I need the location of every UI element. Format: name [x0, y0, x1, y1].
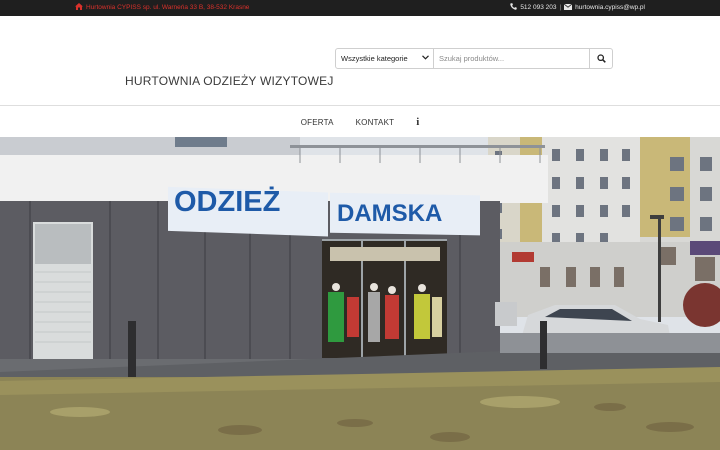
search-icon [596, 50, 606, 68]
category-selected-value: Wszystkie kategorie [341, 54, 408, 63]
category-select[interactable]: Wszystkie kategorie [336, 49, 434, 68]
sign-text-right: DAMSKA [337, 200, 442, 227]
address-text: Hurtownia CYPISS sp. ul. Warneńa 33 B, 3… [86, 4, 250, 11]
sign-text-left: ODZIEŻ [174, 186, 280, 218]
envelope-icon [563, 3, 573, 12]
hero-image: ODZIEŻ DAMSKA [0, 137, 720, 450]
search-input[interactable] [434, 49, 589, 68]
phone-icon [510, 3, 518, 12]
nav-item-kontakt[interactable]: KONTAKT [356, 118, 395, 127]
info-icon[interactable]: i [416, 116, 419, 128]
nav-item-oferta[interactable]: OFERTA [301, 118, 334, 127]
chevron-down-icon [422, 55, 429, 62]
address-line: Hurtownia CYPISS sp. ul. Warneńa 33 B, 3… [75, 3, 249, 12]
top-bar: Hurtownia CYPISS sp. ul. Warneńa 33 B, 3… [0, 0, 720, 16]
phone-number[interactable]: 512 093 203 [520, 4, 556, 11]
contact-line: 512 093 203 | hurtownia.cypiss@wp.pl [510, 3, 645, 12]
separator: | [559, 4, 562, 11]
storefront-photo: ODZIEŻ DAMSKA [0, 137, 720, 450]
search-form: Wszystkie kategorie [335, 48, 613, 69]
search-button[interactable] [589, 49, 612, 68]
email-link[interactable]: hurtownia.cypiss@wp.pl [575, 4, 645, 11]
site-brand[interactable]: HURTOWNIA ODZIEŻY WIZYTOWEJ [125, 74, 334, 88]
main-nav: OFERTA KONTAKT i [0, 107, 720, 137]
home-icon [75, 3, 83, 12]
header: HURTOWNIA ODZIEŻY WIZYTOWEJ Wszystkie ka… [0, 16, 720, 106]
